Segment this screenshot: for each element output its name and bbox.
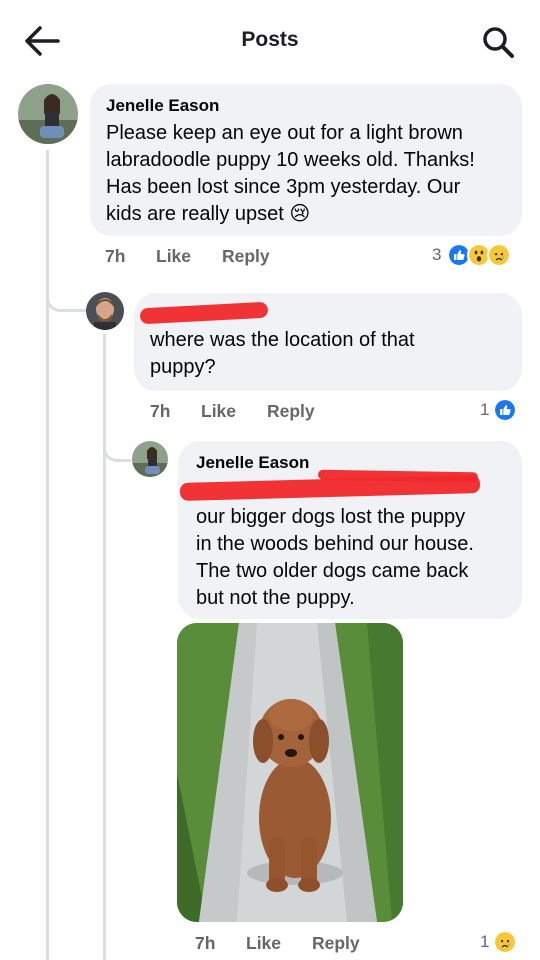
search-icon[interactable]: [480, 24, 516, 60]
page-title: Posts: [241, 28, 299, 51]
comment-actions: 7h Like Reply: [0, 933, 540, 959]
comment-text-line: but not the puppy.: [196, 587, 355, 609]
reaction-summary[interactable]: 3: [432, 243, 512, 267]
reaction-count: 1: [480, 400, 490, 419]
sad-reaction-icon: [493, 930, 518, 954]
thread-connector-reply-1: [46, 290, 86, 312]
comment-text-line: our bigger dogs lost the puppy: [196, 506, 466, 528]
comment-text-line: Has been lost since 3pm yesterday. Our: [106, 176, 461, 198]
like-button[interactable]: Like: [246, 933, 281, 954]
reply-button[interactable]: Reply: [312, 933, 360, 954]
comment-text-line: in the woods behind our house.: [196, 533, 474, 555]
avatar[interactable]: [132, 441, 168, 477]
comment-bubble[interactable]: where was the location of that puppy?: [134, 293, 522, 391]
reaction-count: 1: [480, 932, 490, 951]
comment-text-line: Please keep an eye out for a light brown: [106, 122, 463, 144]
comment-timestamp: 7h: [105, 246, 126, 266]
thread-line-reply: [103, 334, 106, 960]
redacted-author: [139, 301, 269, 325]
comment-text-line: kids are really upset 😢: [106, 203, 311, 225]
like-button[interactable]: Like: [156, 246, 191, 267]
reply-button[interactable]: Reply: [267, 401, 315, 422]
reply-button[interactable]: Reply: [222, 246, 270, 267]
comment-text-line: where was the location of that: [150, 329, 415, 351]
top-bar: Posts: [0, 0, 540, 80]
comment-author[interactable]: Jenelle Eason: [196, 453, 309, 473]
avatar[interactable]: [86, 292, 124, 330]
like-reaction-icon: [493, 398, 518, 422]
comment-timestamp: 7h: [195, 933, 216, 953]
sad-reaction-icon: [487, 243, 512, 267]
comment-text-line: labradoodle puppy 10 weeks old. Thanks!: [106, 149, 475, 171]
comment-author[interactable]: Jenelle Eason: [106, 96, 219, 116]
reaction-count: 3: [432, 245, 442, 264]
comment-text-line: puppy?: [150, 356, 216, 378]
like-button[interactable]: Like: [201, 401, 236, 422]
comment-text-line: The two older dogs came back: [196, 560, 469, 582]
comment-bubble[interactable]: Jenelle Eason our bigger dogs lost the p…: [178, 441, 522, 619]
thread-connector-reply-2: [103, 440, 131, 462]
reaction-summary[interactable]: 1: [480, 398, 518, 422]
comment-actions: 7h Like Reply: [0, 401, 540, 427]
comment-timestamp: 7h: [150, 401, 171, 421]
comment-bubble[interactable]: Jenelle Eason Please keep an eye out for…: [90, 84, 522, 236]
reaction-summary[interactable]: 1: [480, 930, 518, 954]
attached-photo[interactable]: [177, 623, 403, 922]
avatar[interactable]: [18, 84, 78, 144]
